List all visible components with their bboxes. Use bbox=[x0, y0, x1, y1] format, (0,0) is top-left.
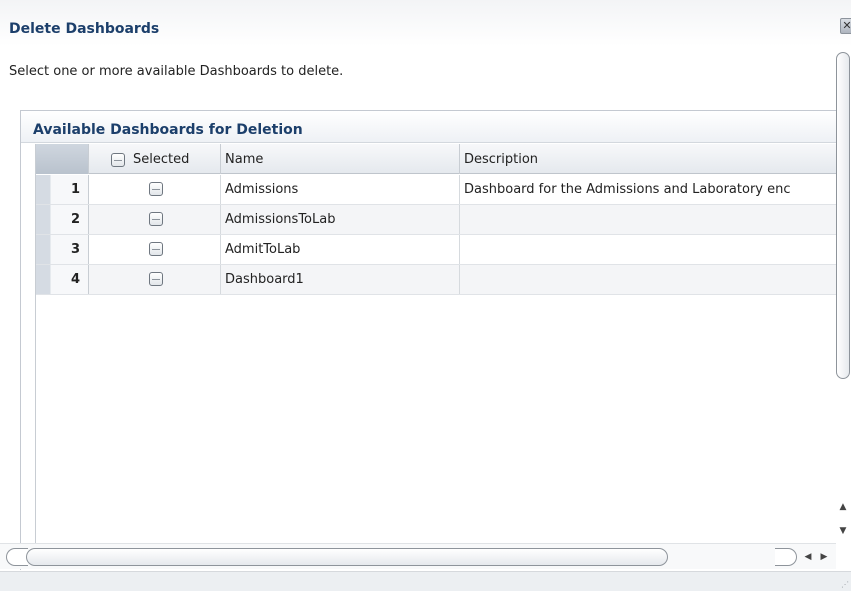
vertical-scrollbar[interactable]: ▲ ▼ bbox=[836, 52, 850, 572]
close-icon[interactable]: ✕ bbox=[840, 18, 851, 34]
column-header-name[interactable]: Name bbox=[221, 144, 460, 174]
row-number: 1 bbox=[36, 175, 89, 204]
select-all-checkbox[interactable] bbox=[111, 153, 125, 167]
row-number: 3 bbox=[36, 235, 89, 264]
dashboards-table: Selected Name Description 1 Admissions D… bbox=[35, 144, 836, 555]
panel-header: Available Dashboards for Deletion bbox=[21, 111, 837, 143]
name-cell: Admissions bbox=[221, 175, 460, 204]
scroll-right-icon[interactable]: ▶ bbox=[817, 550, 831, 564]
vertical-scroll-thumb[interactable] bbox=[836, 52, 850, 379]
row-number: 2 bbox=[36, 205, 89, 234]
column-header-description[interactable]: Description bbox=[460, 144, 836, 174]
row-number: 4 bbox=[36, 265, 89, 294]
scroll-track-right-cap bbox=[775, 548, 797, 566]
selected-cell bbox=[89, 265, 221, 294]
description-cell bbox=[460, 205, 836, 234]
selected-cell bbox=[89, 205, 221, 234]
column-label-name: Name bbox=[225, 152, 264, 167]
name-cell: Dashboard1 bbox=[221, 265, 460, 294]
selected-cell bbox=[89, 235, 221, 264]
scroll-up-icon[interactable]: ▲ bbox=[837, 500, 849, 514]
row-checkbox[interactable] bbox=[149, 242, 163, 256]
panel-title: Available Dashboards for Deletion bbox=[33, 122, 303, 138]
row-checkbox[interactable] bbox=[149, 272, 163, 286]
column-header-selected[interactable]: Selected bbox=[89, 144, 221, 174]
scroll-down-icon[interactable]: ▼ bbox=[837, 524, 849, 538]
dialog-title: Delete Dashboards bbox=[9, 21, 160, 37]
scroll-left-icon[interactable]: ◀ bbox=[801, 550, 815, 564]
dialog-footer: ⋰ bbox=[0, 571, 851, 591]
table-row[interactable]: 4 Dashboard1 bbox=[36, 265, 836, 295]
column-label-selected: Selected bbox=[133, 152, 190, 167]
row-checkbox[interactable] bbox=[149, 182, 163, 196]
selected-cell bbox=[89, 175, 221, 204]
delete-dashboards-dialog: Delete Dashboards ✕ Select one or more a… bbox=[0, 0, 851, 591]
horizontal-scrollbar[interactable]: ◀ ▶ bbox=[0, 543, 836, 569]
scroll-track-left-cap bbox=[6, 548, 28, 566]
table-row[interactable]: 2 AdmissionsToLab bbox=[36, 205, 836, 235]
name-cell: AdmissionsToLab bbox=[221, 205, 460, 234]
description-cell bbox=[460, 265, 836, 294]
horizontal-scroll-thumb[interactable] bbox=[26, 548, 668, 566]
resize-grip-icon[interactable]: ⋰ bbox=[841, 580, 849, 589]
select-all-corner[interactable] bbox=[36, 144, 89, 174]
description-cell: Dashboard for the Admissions and Laborat… bbox=[464, 182, 791, 197]
description-cell bbox=[460, 235, 836, 264]
dialog-header: Delete Dashboards ✕ bbox=[0, 0, 851, 46]
row-checkbox[interactable] bbox=[149, 212, 163, 226]
table-header-row: Selected Name Description bbox=[36, 144, 836, 174]
table-row[interactable]: 1 Admissions Dashboard for the Admission… bbox=[36, 175, 836, 205]
column-label-description: Description bbox=[464, 152, 539, 167]
instruction-text: Select one or more available Dashboards … bbox=[9, 64, 344, 79]
name-cell: AdmitToLab bbox=[221, 235, 460, 264]
table-row[interactable]: 3 AdmitToLab bbox=[36, 235, 836, 265]
available-dashboards-panel: Available Dashboards for Deletion Select… bbox=[20, 110, 837, 570]
